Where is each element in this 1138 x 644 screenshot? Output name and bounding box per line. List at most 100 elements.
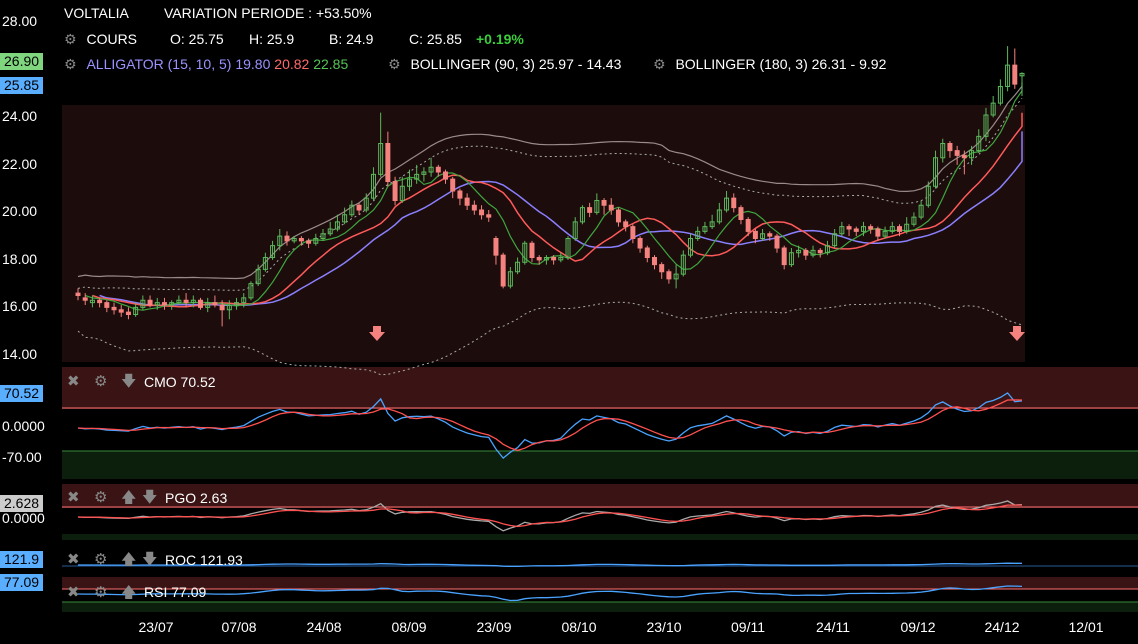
y-tick-label: 24.00 — [2, 108, 38, 125]
x-tick-label: 09/11 — [731, 619, 765, 635]
candle-body — [306, 240, 312, 244]
candle-body — [464, 197, 470, 206]
candle-body — [896, 226, 902, 232]
arrow-up-icon[interactable]: 🡅 — [121, 549, 136, 574]
arrow-down-icon[interactable]: 🡇 — [142, 549, 157, 574]
candle-body — [104, 302, 110, 308]
x-tick-label: 23/07 — [138, 619, 174, 635]
bollinger-90-label: BOLLINGER (90, 3) — [410, 56, 535, 72]
close-icon[interactable]: ✖ — [67, 488, 80, 506]
bollinger-180-values: 26.31 - 9.92 — [811, 56, 887, 72]
quote-close: C: 25.85 — [409, 31, 462, 47]
candle-body — [608, 204, 614, 211]
y-tick-label: 28.00 — [2, 13, 38, 30]
arrow-up-icon[interactable]: 🡅 — [121, 582, 136, 607]
instrument-name: VOLTALIA — [64, 5, 129, 21]
candle-body — [147, 299, 153, 306]
y-tick-label: 22.00 — [2, 155, 38, 172]
pgo-lower-zone — [62, 534, 1138, 540]
gear-icon[interactable]: ⚙ — [94, 372, 107, 390]
x-tick-label: 07/08 — [221, 619, 257, 635]
gear-icon[interactable]: ⚙ — [64, 56, 77, 72]
alligator-legend: ⚙ ALLIGATOR (15, 10, 5) 19.80 20.82 22.8… — [64, 56, 348, 73]
x-tick-label: 23/09 — [476, 619, 512, 635]
rsi-upper-zone — [62, 577, 1138, 589]
candle-body — [385, 143, 391, 182]
candle-body — [392, 181, 398, 201]
candle-body — [82, 297, 88, 301]
candle-body — [846, 226, 852, 230]
gear-icon[interactable]: ⚙ — [653, 56, 666, 72]
candle-body — [443, 171, 449, 180]
alligator-label: ALLIGATOR (15, 10, 5) — [86, 56, 232, 72]
gear-icon[interactable]: ⚙ — [94, 488, 107, 506]
candle-body — [587, 207, 593, 213]
pgo-zero-label: 0.0000 — [2, 510, 45, 526]
x-tick-label: 24/08 — [306, 619, 342, 635]
rsi-lower-zone — [62, 602, 1138, 612]
candle-body — [615, 209, 621, 223]
candle-body — [1012, 64, 1018, 85]
candle-body — [493, 238, 499, 256]
close-icon[interactable]: ✖ — [67, 550, 80, 568]
alligator-teeth-value: 20.82 — [274, 56, 310, 72]
candle-body — [630, 226, 636, 239]
candle-body — [803, 249, 809, 256]
bollinger-180-legend: ⚙ BOLLINGER (180, 3) 26.31 - 9.92 — [653, 56, 886, 73]
cmo-zero-label: 0.0000 — [2, 418, 45, 434]
cmo-overbought-zone — [62, 367, 1138, 409]
candle-body — [817, 249, 823, 254]
candle-body — [457, 190, 463, 199]
candle-body — [450, 178, 456, 192]
cmo-badge: 70.52 — [0, 385, 44, 402]
candle-body — [471, 204, 477, 211]
candle-body — [75, 292, 81, 296]
gear-icon[interactable]: ⚙ — [94, 583, 107, 601]
roc-badge: 121.9 — [0, 551, 44, 568]
period-variation: VARIATION PERIODE : +53.50% — [164, 5, 372, 21]
candle-body — [868, 226, 874, 230]
arrow-up-icon[interactable]: 🡅 — [121, 487, 136, 512]
close-icon[interactable]: ✖ — [67, 583, 80, 601]
candle-body — [551, 257, 557, 261]
candle-body — [781, 247, 787, 266]
close-icon[interactable]: ✖ — [67, 372, 80, 390]
candle-body — [479, 209, 485, 216]
chart-canvas[interactable] — [0, 0, 1138, 644]
arrow-down-icon[interactable]: 🡇 — [121, 371, 136, 396]
candle-body — [161, 302, 167, 306]
candle-body — [745, 219, 751, 232]
alligator-jaw-value: 19.80 — [235, 56, 271, 72]
candle-body — [601, 200, 607, 206]
gear-icon[interactable]: ⚙ — [64, 31, 77, 47]
candle-body — [644, 247, 650, 258]
candle-body — [529, 242, 535, 258]
arrow-down-icon[interactable]: 🡇 — [142, 487, 157, 512]
candle-body — [947, 143, 953, 152]
high-level-badge: 26.90 — [0, 53, 44, 70]
quote-low: B: 24.9 — [329, 31, 374, 47]
rsi-badge: 77.09 — [0, 574, 44, 591]
alligator-lips-value: 22.85 — [313, 56, 349, 72]
gear-icon[interactable]: ⚙ — [94, 550, 107, 568]
quote-label: COURS — [86, 31, 138, 47]
gear-icon[interactable]: ⚙ — [388, 56, 401, 72]
x-tick-label: 24/11 — [816, 619, 850, 635]
x-tick-label: 08/10 — [561, 619, 597, 635]
candle-body — [125, 311, 131, 315]
quote-row: ⚙ COURS — [64, 31, 137, 48]
x-tick-label: 09/12 — [900, 619, 936, 635]
pgo-title: PGO 2.63 — [165, 490, 228, 506]
quote-change: +0.19% — [476, 31, 524, 47]
cmo-oversold-zone — [62, 451, 1138, 479]
bollinger-90-values: 25.97 - 14.43 — [538, 56, 622, 72]
candle-body — [738, 207, 744, 220]
candle-body — [118, 309, 124, 313]
candle-body — [875, 228, 881, 237]
candle-body — [659, 264, 665, 273]
y-tick-label: 18.00 — [2, 250, 38, 267]
candle-body — [219, 304, 225, 311]
candle-body — [637, 238, 643, 249]
quote-open: O: 25.75 — [170, 31, 224, 47]
rsi-title: RSI 77.09 — [144, 584, 207, 600]
